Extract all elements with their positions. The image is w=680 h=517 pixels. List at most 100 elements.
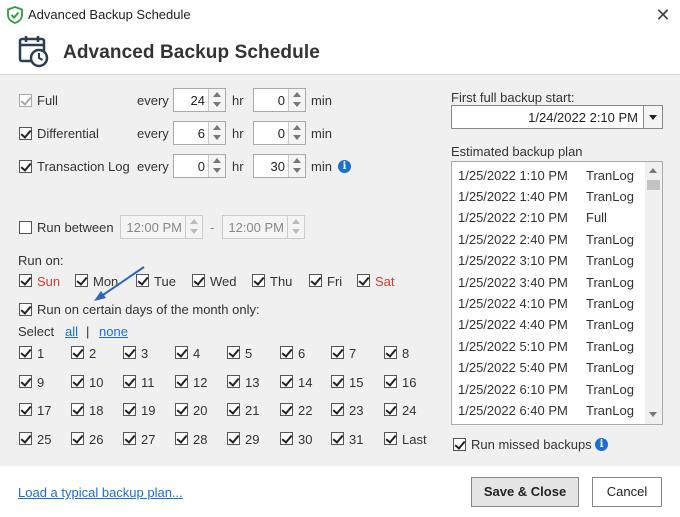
month-day-checkbox[interactable] [227,375,240,388]
month-day-checkbox[interactable] [227,346,240,359]
differential-label: Differential [37,126,99,141]
full-checkbox[interactable] [19,94,32,107]
month-day-checkbox[interactable] [71,403,84,416]
month-day-checkbox[interactable] [280,432,293,445]
chevron-down-icon[interactable] [643,106,662,128]
differential-minutes-arrows[interactable] [288,122,305,144]
day-wed-checkbox[interactable] [192,274,205,287]
month-day-label: 11 [141,375,155,390]
full-hours-stepper[interactable]: 24 [173,88,226,112]
month-day-checkbox[interactable] [123,403,136,416]
month-day-checkbox[interactable] [175,432,188,445]
run-between-from-arrows[interactable] [185,216,202,238]
month-day-checkbox[interactable] [384,375,397,388]
month-day-checkbox[interactable] [331,375,344,388]
month-day-label: 7 [349,346,357,361]
differential-hours-stepper[interactable]: 6 [173,121,226,145]
info-icon[interactable]: i [595,438,608,451]
save-close-button[interactable]: Save & Close [471,477,579,507]
scroll-thumb[interactable] [647,180,660,190]
month-day-checkbox[interactable] [71,432,84,445]
month-day-label: 18 [89,403,104,418]
month-day-checkbox[interactable] [19,432,32,445]
run-between-to-time[interactable]: 12:00 PM [222,215,305,239]
plan-time: 1/25/2022 4:40 PM [458,317,568,332]
full-minutes-arrows[interactable] [288,89,305,111]
month-day-checkbox[interactable] [71,375,84,388]
day-fri-checkbox[interactable] [309,274,322,287]
month-day-checkbox[interactable] [175,403,188,416]
differential-minutes-stepper[interactable]: 0 [253,121,306,145]
day-thu-label: Thu [270,274,293,289]
month-day-checkbox[interactable] [175,346,188,359]
differential-hours-arrows[interactable] [208,122,225,144]
full-minutes-value: 0 [277,93,285,108]
day-sun-label: Sun [37,274,61,289]
day-sat-checkbox[interactable] [357,274,370,287]
day-sun-checkbox[interactable] [19,274,32,287]
month-day-checkbox[interactable] [331,432,344,445]
month-day-checkbox[interactable] [123,375,136,388]
plan-kind: TranLog [586,168,634,183]
month-day-checkbox[interactable] [280,375,293,388]
month-day-checkbox[interactable] [19,346,32,359]
cancel-button[interactable]: Cancel [592,477,662,507]
month-day-label: 24 [402,403,417,418]
differential-min-label: min [311,126,332,141]
transaction-log-min-label: min [311,159,332,174]
month-day-checkbox[interactable] [384,346,397,359]
month-day-checkbox[interactable] [123,432,136,445]
month-day-checkbox[interactable] [175,375,188,388]
load-typical-plan-link[interactable]: Load a typical backup plan... [18,485,183,500]
differential-checkbox[interactable] [19,127,32,140]
run-missed-checkbox[interactable] [453,438,466,451]
plan-scrollbar[interactable] [645,162,662,424]
plan-label: Estimated backup plan [451,144,583,159]
month-day-label: 29 [245,432,260,447]
month-day-label: 23 [349,403,364,418]
month-day-checkbox[interactable] [71,346,84,359]
first-backup-datetime[interactable]: 1/24/2022 2:10 PM [451,105,663,129]
full-hours-arrows[interactable] [208,89,225,111]
transaction-log-minutes-arrows[interactable] [288,155,305,177]
month-day-checkbox[interactable] [280,346,293,359]
transaction-log-hours-stepper[interactable]: 0 [173,154,226,178]
month-day-checkbox[interactable] [280,403,293,416]
month-day-checkbox[interactable] [227,403,240,416]
transaction-log-minutes-stepper[interactable]: 30 [253,154,306,178]
month-day-checkbox[interactable] [19,375,32,388]
shield-check-icon [7,6,23,24]
run-between-checkbox[interactable] [19,221,32,234]
plan-kind: TranLog [586,253,634,268]
transaction-log-hr-label: hr [232,159,244,174]
select-none-link[interactable]: none [99,324,128,339]
transaction-log-checkbox[interactable] [19,160,32,173]
month-day-checkbox[interactable] [19,403,32,416]
month-day-checkbox[interactable] [227,432,240,445]
month-day-checkbox[interactable] [123,346,136,359]
plan-time: 1/25/2022 1:40 PM [458,189,568,204]
month-days-checkbox[interactable] [19,303,32,316]
month-day-label: 26 [89,432,104,447]
scroll-up-icon[interactable] [649,168,657,173]
month-day-label: 12 [193,375,208,390]
transaction-log-hours-arrows[interactable] [208,155,225,177]
day-mon-checkbox[interactable] [75,274,88,287]
select-all-link[interactable]: all [65,324,78,339]
month-day-checkbox[interactable] [384,403,397,416]
full-minutes-stepper[interactable]: 0 [253,88,306,112]
run-on-label: Run on: [18,253,64,268]
plan-time: 1/25/2022 1:10 PM [458,168,568,183]
month-day-checkbox[interactable] [331,346,344,359]
month-day-checkbox[interactable] [331,403,344,416]
month-day-checkbox[interactable] [384,432,397,445]
run-between-to-arrows[interactable] [287,216,304,238]
month-day-label: 1 [37,346,45,361]
day-tue-label: Tue [154,274,176,289]
info-icon[interactable]: i [338,160,351,173]
close-icon[interactable]: ✕ [650,2,676,28]
run-between-from-time[interactable]: 12:00 PM [120,215,203,239]
scroll-down-icon[interactable] [649,412,657,417]
day-thu-checkbox[interactable] [252,274,265,287]
backup-plan-list[interactable]: 1/25/2022 1:10 PM TranLog 1/25/2022 1:40 … [451,161,663,425]
